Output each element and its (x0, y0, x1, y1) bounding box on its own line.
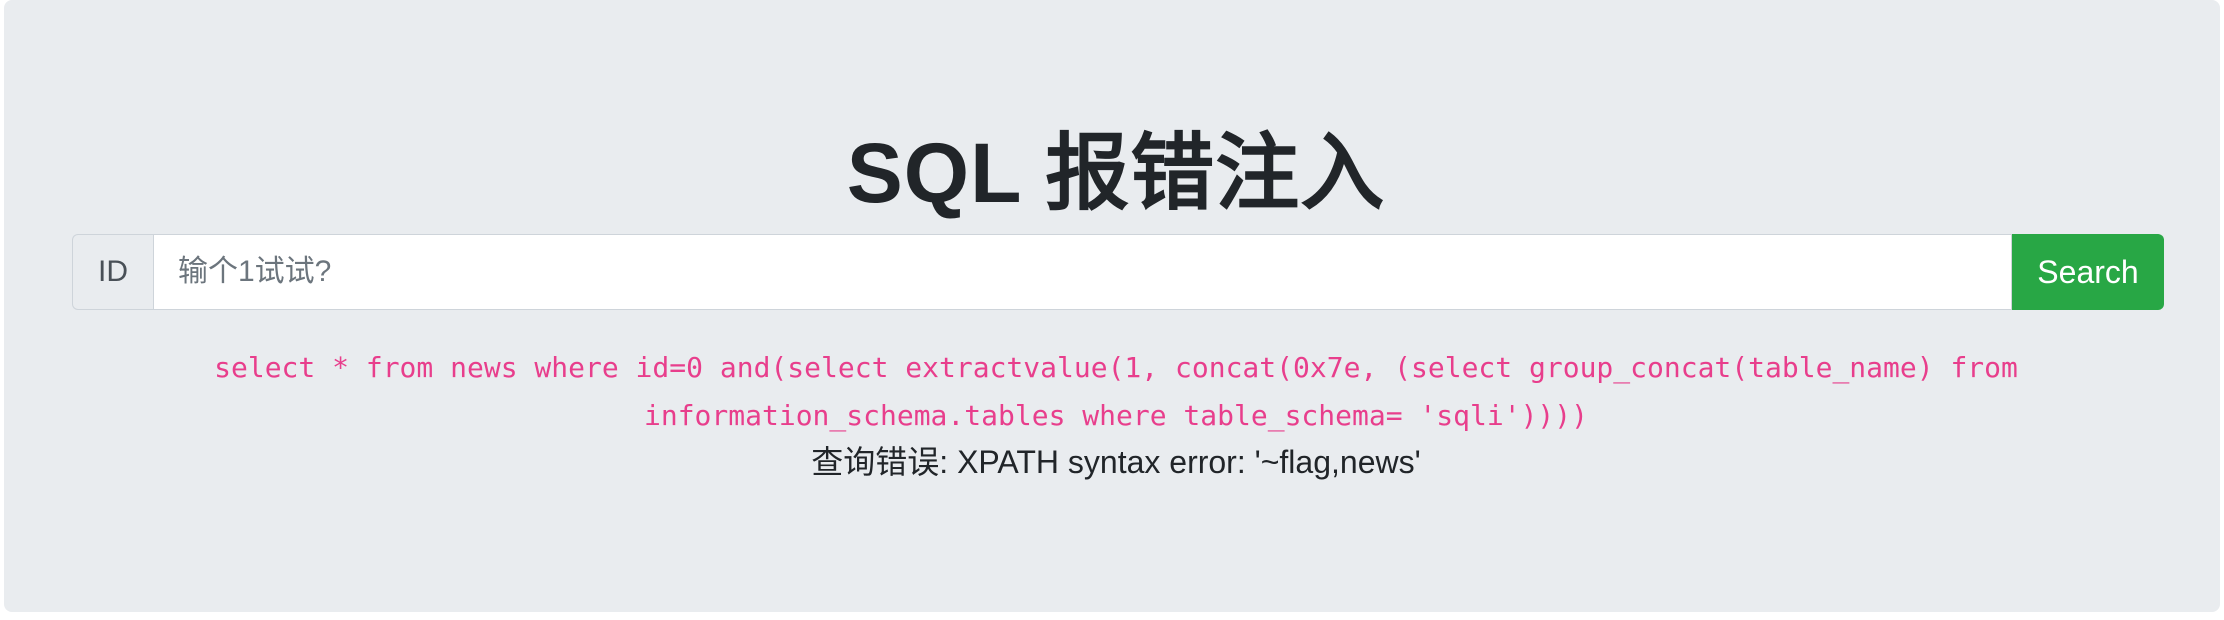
id-prepend-label: ID (72, 234, 153, 310)
jumbotron-container: SQL 报错注入 ID Search select * from news wh… (4, 0, 2220, 612)
search-input[interactable] (153, 234, 2012, 310)
search-form: ID Search (72, 234, 2164, 310)
executed-sql-query: select * from news where id=0 and(select… (214, 351, 2018, 432)
search-button[interactable]: Search (2012, 234, 2164, 310)
query-error-message: 查询错误: XPATH syntax error: '~flag,news' (811, 444, 1421, 480)
page-title: SQL 报错注入 (846, 126, 1386, 220)
